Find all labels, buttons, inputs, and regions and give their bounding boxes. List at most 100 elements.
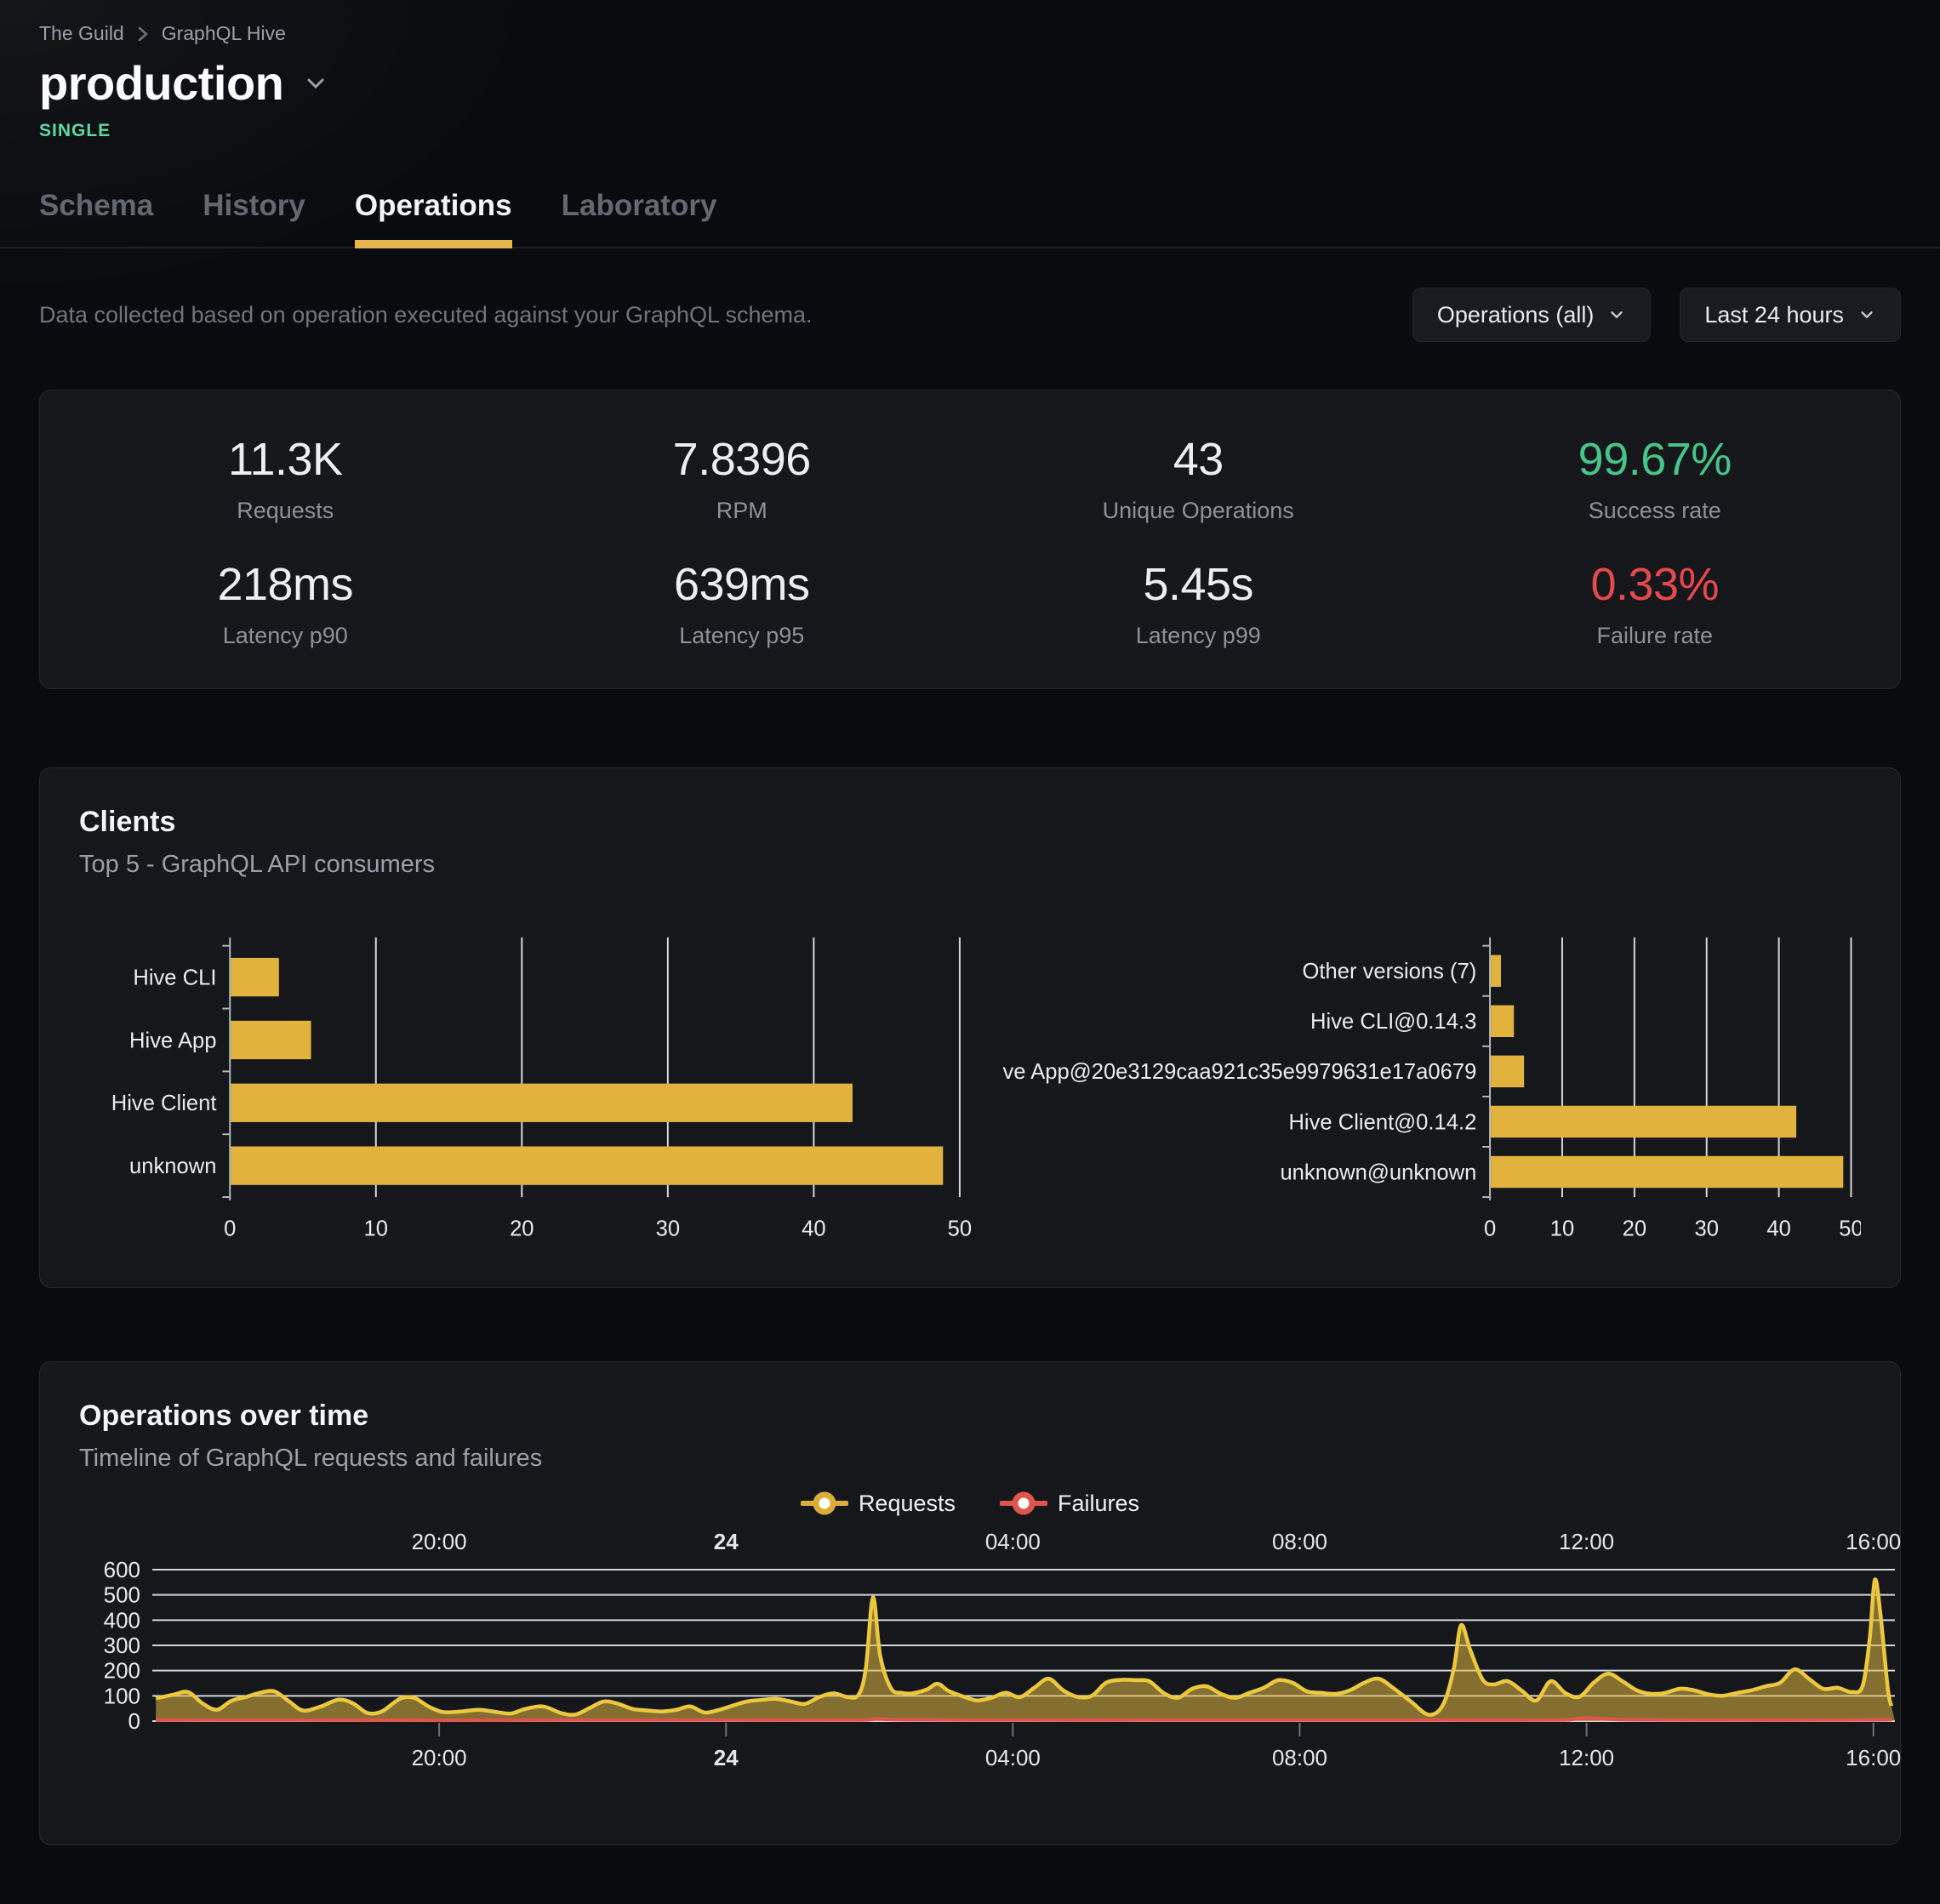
- stats-summary-card: 11.3K Requests 7.8396 RPM 43 Unique Oper…: [39, 390, 1901, 689]
- svg-text:24: 24: [714, 1529, 739, 1554]
- svg-text:04:00: 04:00: [985, 1745, 1041, 1770]
- bar-1: [231, 1021, 311, 1059]
- tab-operations[interactable]: Operations: [355, 189, 512, 247]
- svg-text:20:00: 20:00: [412, 1745, 467, 1770]
- tab-laboratory[interactable]: Laboratory: [562, 189, 717, 247]
- chevron-down-icon: [1857, 305, 1876, 324]
- bar-0: [1491, 955, 1501, 986]
- stat-label: Latency p95: [514, 623, 971, 649]
- svg-text:500: 500: [104, 1582, 140, 1608]
- stat-latency-p95: 639ms Latency p95: [514, 558, 971, 649]
- svg-text:unknown@unknown: unknown@unknown: [1280, 1160, 1476, 1184]
- svg-text:16:00: 16:00: [1846, 1529, 1901, 1554]
- svg-text:100: 100: [104, 1683, 140, 1708]
- stat-label: Unique Operations: [970, 498, 1427, 524]
- stat-label: Latency p90: [57, 623, 514, 649]
- svg-text:20: 20: [1622, 1217, 1646, 1240]
- date-range-value: Last 24 hours: [1704, 302, 1844, 328]
- stat-label: Latency p99: [970, 623, 1427, 649]
- svg-text:20:00: 20:00: [412, 1529, 467, 1554]
- svg-text:12:00: 12:00: [1559, 1745, 1614, 1770]
- stat-value: 99.67%: [1427, 433, 1884, 486]
- stat-unique-operations: 43 Unique Operations: [970, 433, 1427, 524]
- tab-bar: Schema History Operations Laboratory: [0, 189, 1940, 248]
- svg-text:Hive CLI@0.14.3: Hive CLI@0.14.3: [1310, 1010, 1476, 1034]
- stat-value: 7.8396: [514, 433, 971, 486]
- svg-text:200: 200: [104, 1658, 140, 1684]
- date-range-dropdown[interactable]: Last 24 hours: [1680, 288, 1901, 342]
- stat-latency-p99: 5.45s Latency p99: [970, 558, 1427, 649]
- timeline-card-subtitle: Timeline of GraphQL requests and failure…: [79, 1445, 1861, 1473]
- breadcrumb-org[interactable]: The Guild: [39, 22, 124, 45]
- stat-value: 0.33%: [1427, 558, 1884, 611]
- legend-marker-icon: [1000, 1490, 1047, 1517]
- page-description: Data collected based on operation execut…: [39, 302, 1412, 328]
- stat-value: 5.45s: [970, 558, 1427, 611]
- operations-timeline-area-chart: 010020030040050060020:002404:0008:0012:0…: [79, 1529, 1902, 1786]
- chevron-down-icon[interactable]: [302, 70, 329, 97]
- svg-text:20: 20: [510, 1217, 534, 1240]
- svg-text:0: 0: [1484, 1217, 1496, 1240]
- svg-text:30: 30: [656, 1217, 680, 1240]
- stat-success-rate: 99.67% Success rate: [1427, 433, 1884, 524]
- stat-value: 43: [970, 433, 1427, 486]
- stat-label: Success rate: [1427, 498, 1884, 524]
- clients-card-subtitle: Top 5 - GraphQL API consumers: [79, 851, 1861, 879]
- svg-text:Hive Client: Hive Client: [111, 1092, 217, 1115]
- svg-text:16:00: 16:00: [1846, 1745, 1901, 1770]
- legend-item-requests[interactable]: Requests: [801, 1490, 956, 1517]
- clients-by-version-bar-chart: Other versions (7) Hive CLI@0.14.3 Hive Ap…: [1002, 935, 1861, 1248]
- svg-text:08:00: 08:00: [1272, 1529, 1327, 1554]
- svg-text:0: 0: [128, 1708, 140, 1734]
- stat-value: 11.3K: [57, 433, 514, 486]
- breadcrumb: The Guild GraphQL Hive: [39, 22, 1901, 45]
- target-mode-badge: SINGLE: [39, 121, 1901, 141]
- filters-row: Data collected based on operation execut…: [39, 288, 1901, 342]
- timeline-card-title: Operations over time: [79, 1399, 1861, 1433]
- chevron-down-icon: [1607, 305, 1626, 324]
- bar-2: [1491, 1056, 1524, 1087]
- stat-value: 218ms: [57, 558, 514, 611]
- breadcrumb-project[interactable]: GraphQL Hive: [162, 22, 286, 45]
- svg-text:10: 10: [364, 1217, 388, 1240]
- stat-requests: 11.3K Requests: [57, 433, 514, 524]
- chevron-right-icon: [136, 24, 150, 44]
- bar-0: [231, 958, 279, 996]
- operations-over-time-card: Operations over time Timeline of GraphQL…: [39, 1361, 1901, 1845]
- svg-text:0: 0: [224, 1217, 236, 1240]
- svg-text:30: 30: [1694, 1217, 1718, 1240]
- bar-4: [1491, 1156, 1843, 1188]
- svg-text:Other versions (7): Other versions (7): [1302, 960, 1476, 983]
- svg-text:Hive CLI: Hive CLI: [133, 966, 216, 989]
- stat-label: Requests: [57, 498, 514, 524]
- svg-text:Hive App: Hive App: [129, 1029, 216, 1052]
- svg-text:08:00: 08:00: [1272, 1745, 1327, 1770]
- timeline-legend: Requests Failures: [79, 1490, 1861, 1517]
- bar-3: [1491, 1106, 1796, 1137]
- clients-by-name-bar-chart: Hive CLI Hive App Hive Client unknown 0 10 20 3…: [79, 935, 972, 1248]
- svg-text:600: 600: [104, 1557, 140, 1582]
- svg-text:04:00: 04:00: [985, 1529, 1041, 1554]
- page-header: The Guild GraphQL Hive production SINGLE: [0, 0, 1940, 141]
- clients-card: Clients Top 5 - GraphQL API consumers Hi…: [39, 767, 1901, 1288]
- bar-2: [231, 1084, 853, 1122]
- legend-marker-icon: [801, 1490, 848, 1517]
- svg-text:Hive App@20e3129caa921c35e9979: Hive App@20e3129caa921c35e9979631e17a067…: [1002, 1060, 1476, 1084]
- stat-rpm: 7.8396 RPM: [514, 433, 971, 524]
- tab-history[interactable]: History: [203, 189, 305, 247]
- svg-text:40: 40: [1766, 1217, 1790, 1240]
- bar-3: [231, 1146, 943, 1184]
- svg-text:Hive Client@0.14.2: Hive Client@0.14.2: [1288, 1110, 1476, 1134]
- stat-label: Failure rate: [1427, 623, 1884, 649]
- legend-item-failures[interactable]: Failures: [1000, 1490, 1139, 1517]
- stat-latency-p90: 218ms Latency p90: [57, 558, 514, 649]
- svg-text:unknown: unknown: [129, 1154, 216, 1178]
- operations-filter-value: Operations (all): [1437, 302, 1595, 328]
- stat-label: RPM: [514, 498, 971, 524]
- main-content: Data collected based on operation execut…: [0, 248, 1940, 1845]
- stat-value: 639ms: [514, 558, 971, 611]
- svg-text:300: 300: [104, 1633, 140, 1658]
- tab-schema[interactable]: Schema: [39, 189, 153, 247]
- operations-filter-dropdown[interactable]: Operations (all): [1412, 288, 1652, 342]
- svg-text:12:00: 12:00: [1559, 1529, 1614, 1554]
